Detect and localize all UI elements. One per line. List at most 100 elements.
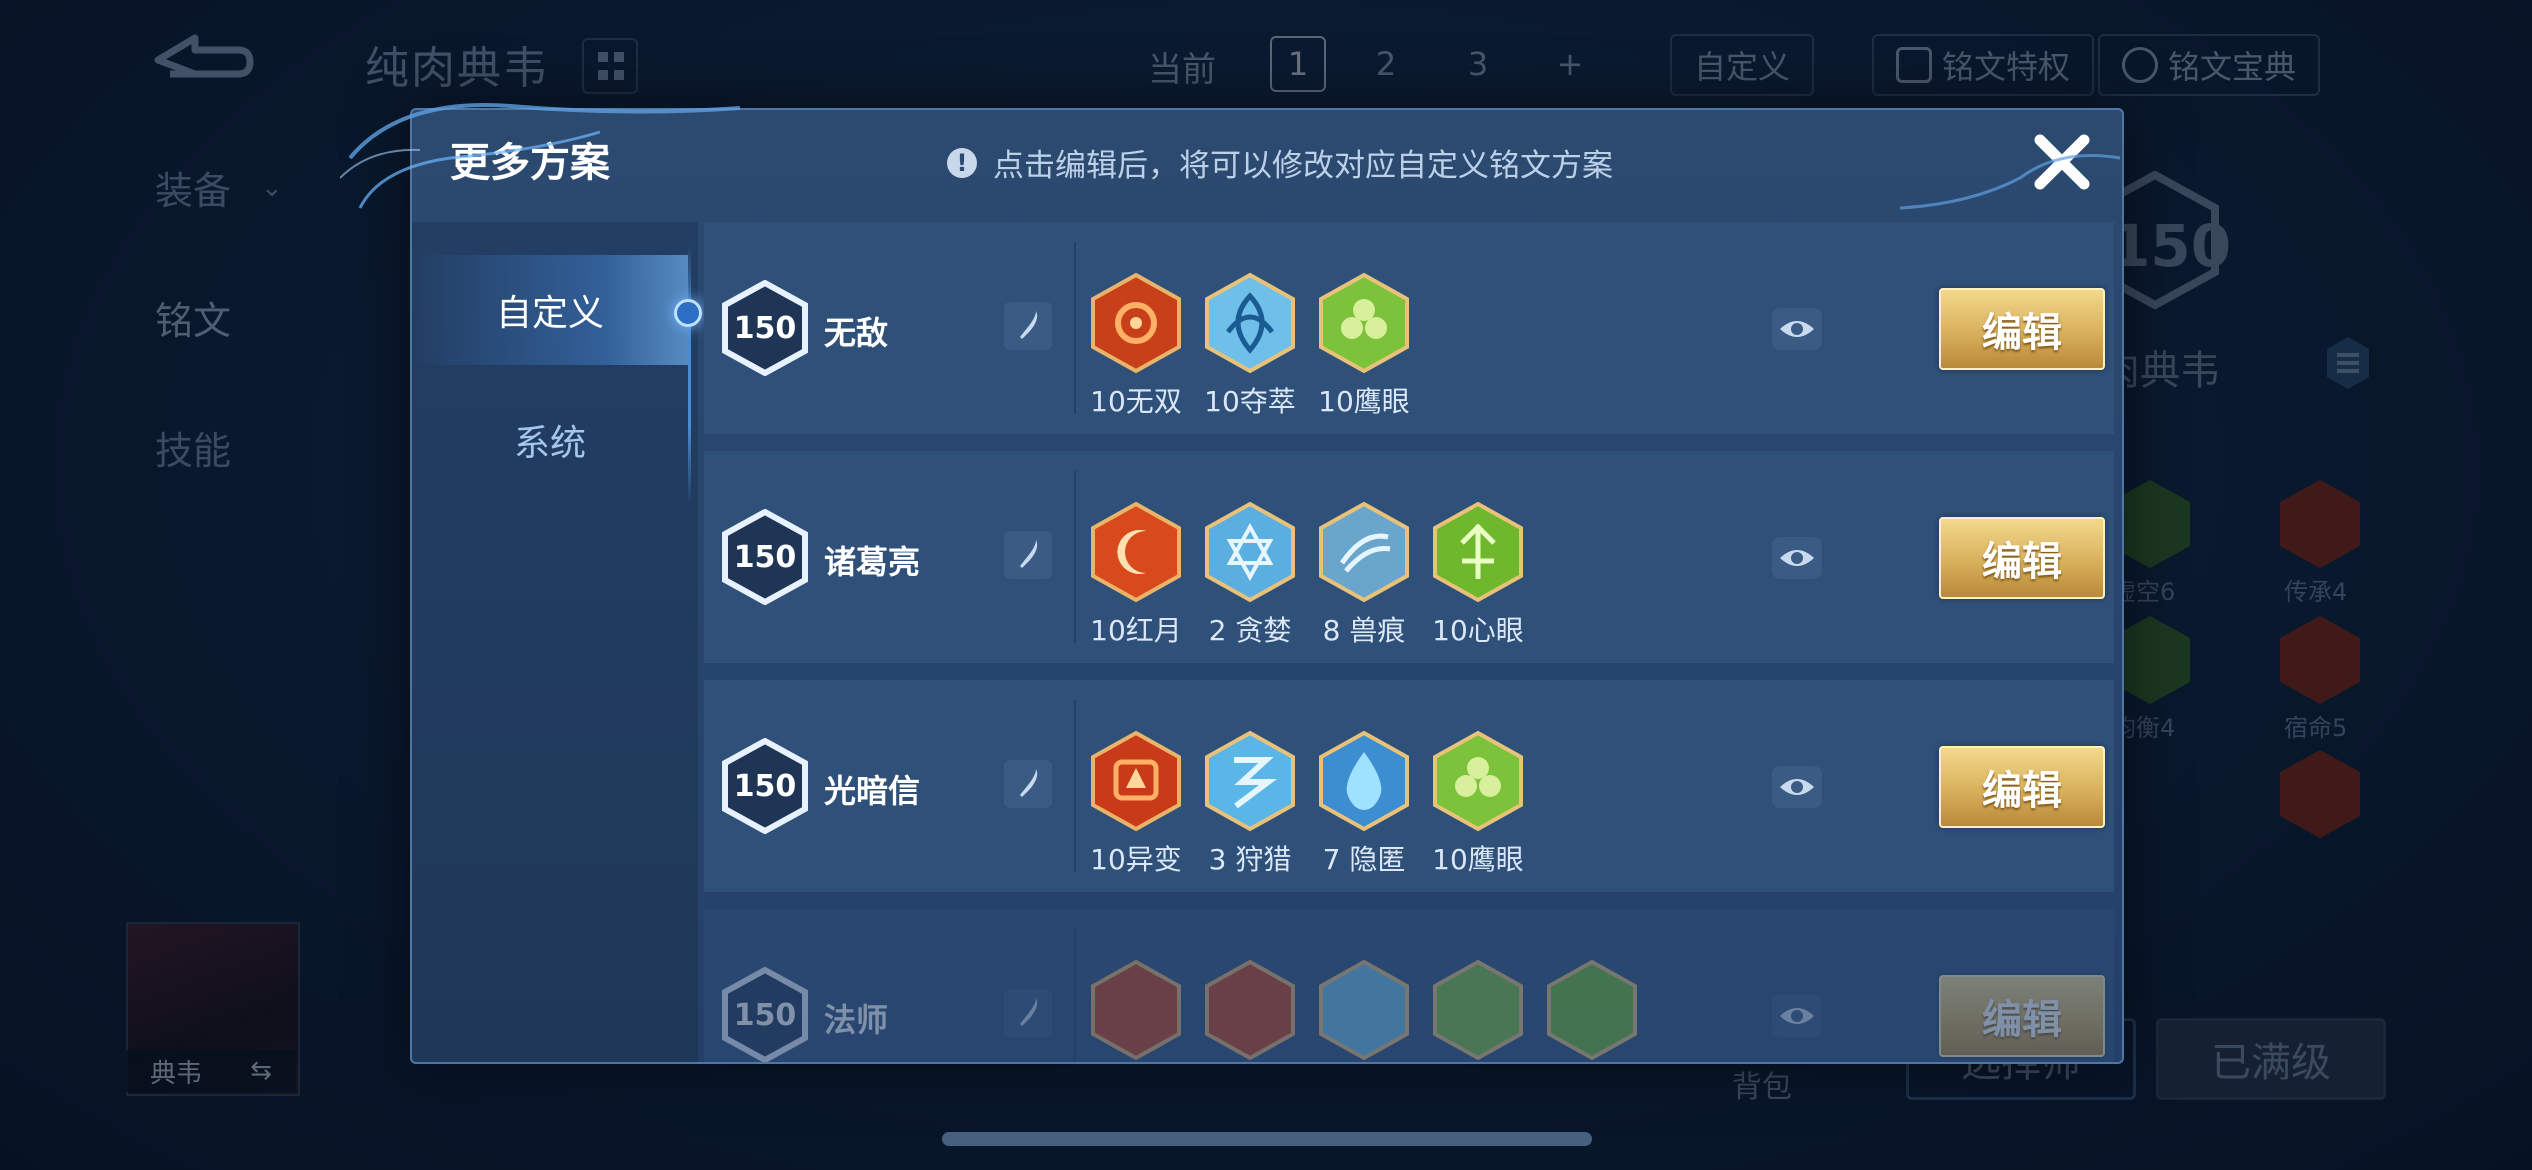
info-icon: ! (947, 147, 977, 178)
decorative-swirl (1890, 118, 2130, 218)
rename-button[interactable] (1004, 531, 1052, 579)
crown-red-rune-icon[interactable] (1090, 730, 1182, 832)
pen-icon (1020, 998, 1038, 1026)
preview-button[interactable] (1772, 995, 1822, 1037)
moon-red-rune-icon[interactable] (1090, 501, 1182, 603)
edit-hint: ! 点击编辑后，将可以修改对应自定义铭文方案 (947, 140, 1613, 185)
blue-rune-icon[interactable] (1318, 959, 1410, 1061)
current-page-label: 当前 (1148, 50, 1216, 90)
plan-level: 150 (733, 539, 797, 575)
privilege-icon (1896, 47, 1932, 83)
drop-blue-rune-icon[interactable] (1318, 730, 1410, 832)
rune-privilege-button[interactable]: 铭文特权 (1872, 34, 2095, 96)
rune-label: 10鹰眼 (1432, 843, 1524, 876)
decorative-swirl (339, 88, 750, 228)
grid-view-button[interactable] (582, 38, 638, 94)
preview-button[interactable] (1772, 766, 1822, 808)
edit-button[interactable]: 编辑 (1939, 517, 2105, 599)
rune-label: 8 兽痕 (1322, 614, 1406, 647)
plan-row: 150 诸葛亮 10红月 2 贪婪 8 兽痕 10心眼 编辑 (704, 451, 2114, 663)
edit-button[interactable]: 编辑 (1939, 746, 2105, 828)
page-1-button[interactable]: 1 (1270, 36, 1326, 92)
tab-system[interactable]: 系统 (412, 385, 688, 495)
plan-list[interactable]: 150 无敌 10无双 10夺萃 10鹰眼 编辑 150 诸葛亮 10红月 2 … (704, 222, 2122, 1062)
plan-row: 150 无敌 10无双 10夺萃 10鹰眼 编辑 (704, 222, 2114, 434)
sidebar-divider (688, 245, 691, 505)
maxed-button: 已满级 (2156, 1018, 2386, 1100)
knot-blue-rune-icon[interactable] (1204, 272, 1296, 374)
home-indicator[interactable] (942, 1132, 1592, 1146)
eye-icon (1780, 321, 1814, 337)
rune-label: 10心眼 (1432, 614, 1524, 647)
pen-icon (1020, 540, 1038, 568)
pen-icon (1020, 311, 1038, 339)
rune-page-title: 纯肉典韦 (365, 43, 549, 94)
nav-equipment-label: 装备 (155, 169, 232, 213)
bg-rune-label: 传承4 (2284, 578, 2348, 606)
clover-green-rune-icon[interactable] (1432, 730, 1524, 832)
hero-switch[interactable]: 典韦 ⇆ (126, 1050, 296, 1092)
bg-rune-label: 宿命5 (2284, 714, 2348, 742)
rune-label: 7 隐匿 (1322, 843, 1406, 876)
rune-label: 10无双 (1090, 385, 1182, 418)
pen-icon (1020, 769, 1038, 797)
red-rune-icon[interactable] (1204, 959, 1296, 1061)
plan-level: 150 (733, 310, 797, 346)
clover-green-rune-icon[interactable] (1318, 272, 1410, 374)
preview-button[interactable] (1772, 308, 1822, 350)
rune-label: 10鹰眼 (1318, 385, 1410, 418)
claw-blue-rune-icon[interactable] (1318, 501, 1410, 603)
more-plans-dialog: 更多方案 ! 点击编辑后，将可以修改对应自定义铭文方案 自定义 系统 150 无… (410, 108, 2124, 1064)
eye-icon (1780, 550, 1814, 566)
eye-icon (1780, 779, 1814, 795)
row-divider (1074, 929, 1076, 1062)
rune-label: 2 贪婪 (1208, 614, 1292, 647)
level-value: 150 (2110, 212, 2232, 280)
treasure-icon (2122, 47, 2158, 83)
back-button[interactable] (150, 30, 260, 90)
add-page-button[interactable]: + (1542, 36, 1598, 92)
rune-label: 10红月 (1090, 614, 1182, 647)
plan-name: 法师 (824, 1001, 889, 1039)
page-3-button[interactable]: 3 (1450, 36, 1506, 92)
edit-button[interactable]: 编辑 (1939, 975, 2105, 1057)
rename-button[interactable] (1004, 760, 1052, 808)
grid-icon (596, 50, 624, 82)
plan-row: 150 光暗信 10异变 3 狩猎 7 隐匿 10鹰眼 编辑 (704, 680, 2114, 892)
nav-skills[interactable]: 技能 (155, 420, 231, 475)
preview-button[interactable] (1772, 537, 1822, 579)
green-rune-icon[interactable] (1432, 959, 1524, 1061)
red-rune-icon[interactable] (1090, 959, 1182, 1061)
list-icon[interactable] (2325, 335, 2371, 391)
edit-button[interactable]: 编辑 (1939, 288, 2105, 370)
page-2-button[interactable]: 2 (1358, 36, 1414, 92)
rename-button[interactable] (1004, 989, 1052, 1037)
rename-button[interactable] (1004, 302, 1052, 350)
rune-label: 3 狩猎 (1208, 843, 1292, 876)
plan-name: 诸葛亮 (824, 543, 921, 581)
swap-icon: ⇆ (250, 1056, 272, 1086)
star-blue-rune-icon[interactable] (1204, 501, 1296, 603)
bg-rune-slot[interactable] (2278, 478, 2362, 570)
plan-row: 150 法师 编辑 (704, 909, 2114, 1062)
tab-custom[interactable]: 自定义 (412, 255, 688, 365)
rune-privilege-label: 铭文特权 (1942, 48, 2071, 86)
spiral-red-rune-icon[interactable] (1090, 272, 1182, 374)
backpack-label[interactable]: 背包 (1732, 1062, 1792, 1106)
chevron-down-icon: ⌄ (261, 172, 283, 203)
active-tab-indicator (674, 299, 702, 327)
nav-equipment[interactable]: 装备 ⌄ (155, 160, 283, 215)
plan-name: 无敌 (824, 314, 889, 352)
bg-rune-slot[interactable] (2278, 614, 2362, 706)
nav-runes[interactable]: 铭文 (155, 290, 231, 345)
eye-icon (1780, 1008, 1814, 1024)
bg-rune-slot[interactable] (2278, 748, 2362, 840)
lightning-blue-rune-icon[interactable] (1204, 730, 1296, 832)
edit-hint-text: 点击编辑后，将可以修改对应自定义铭文方案 (993, 148, 1613, 184)
plan-level: 150 (733, 997, 797, 1033)
green-rune-icon[interactable] (1546, 959, 1638, 1061)
plan-level: 150 (733, 768, 797, 804)
custom-button[interactable]: 自定义 (1670, 34, 1815, 96)
rune-treasure-button[interactable]: 铭文宝典 (2098, 34, 2321, 96)
arrow-green-rune-icon[interactable] (1432, 501, 1524, 603)
